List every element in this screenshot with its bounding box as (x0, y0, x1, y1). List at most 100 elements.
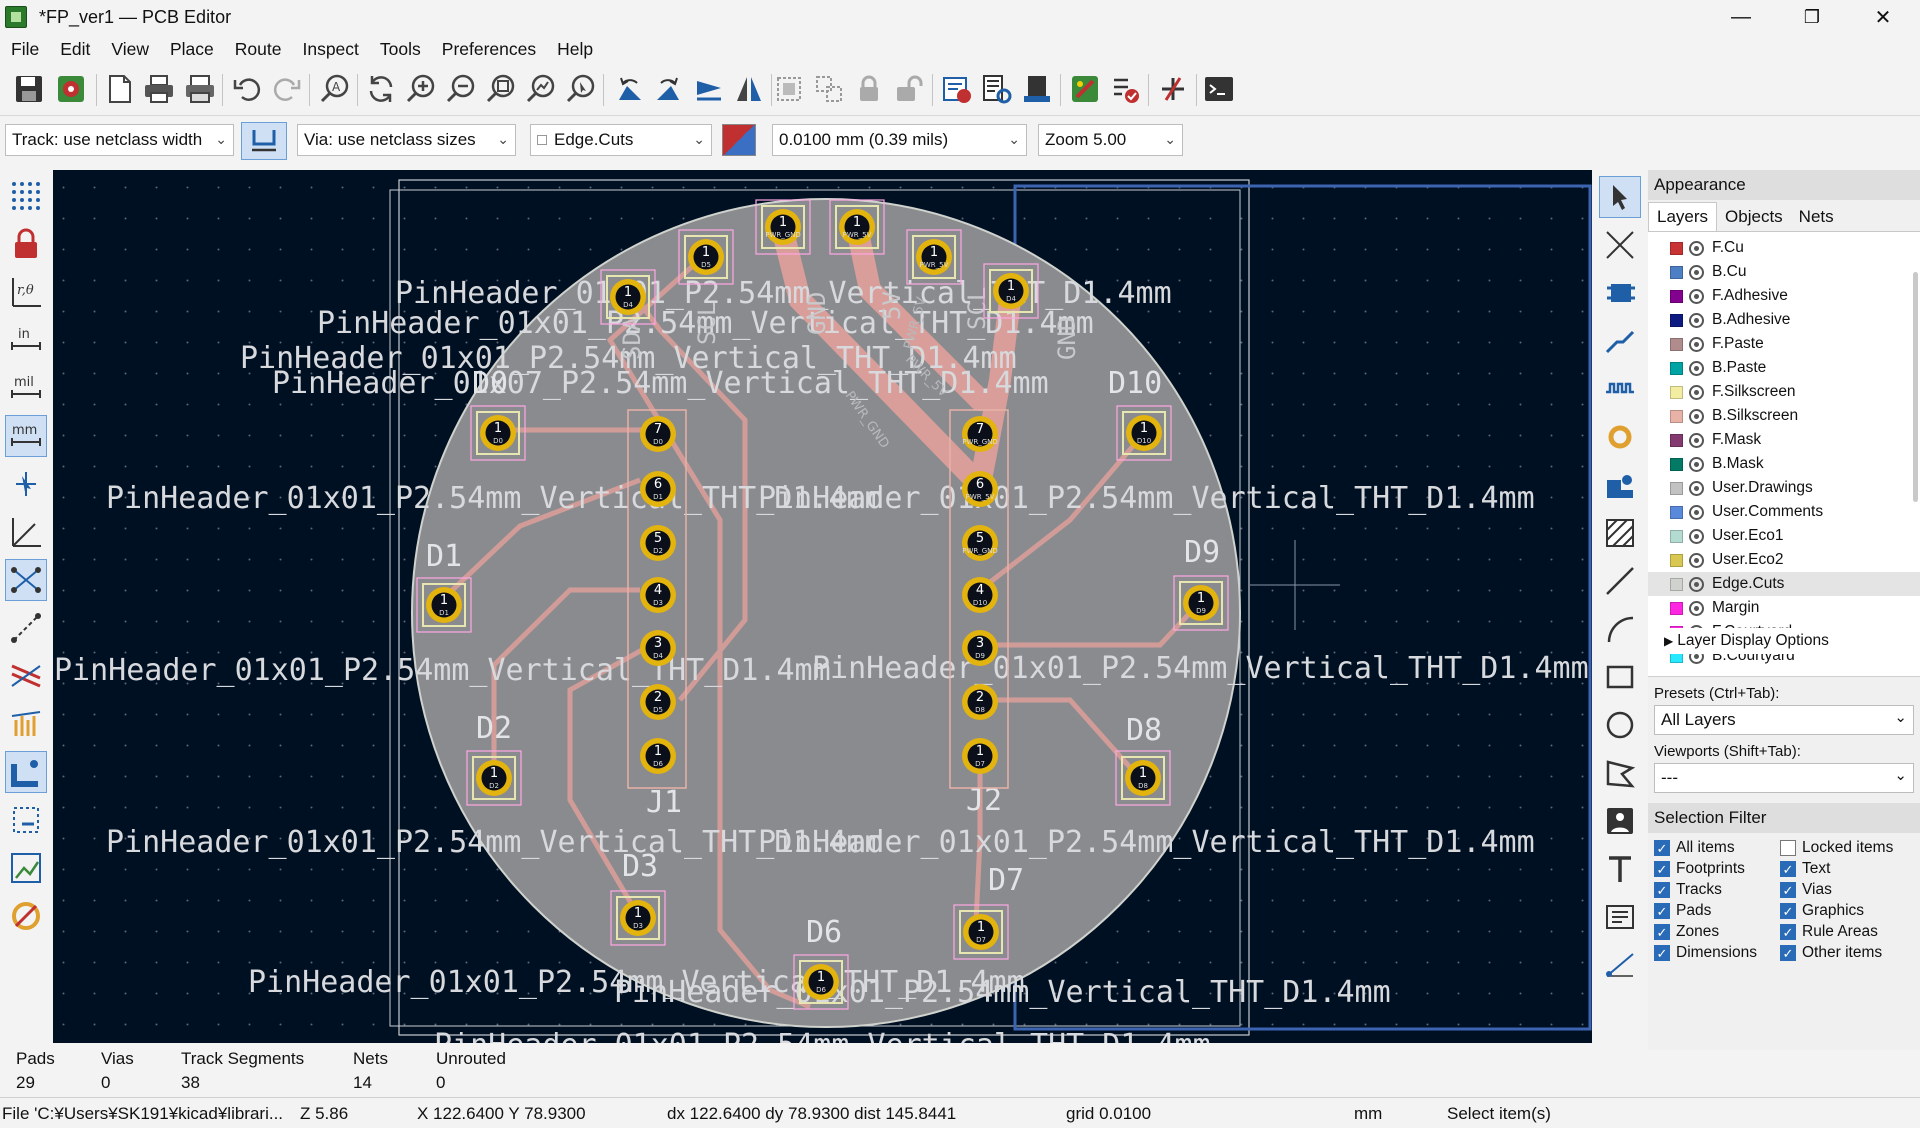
unlock-icon[interactable] (890, 70, 928, 108)
filter-checkbox[interactable]: ✓ Dimensions (1654, 944, 1780, 962)
add-image-icon[interactable] (1599, 800, 1641, 842)
header-pad[interactable]: 4D10 (962, 577, 998, 613)
layer-row[interactable]: Margin (1648, 596, 1920, 620)
drc-icon[interactable] (1106, 70, 1144, 108)
header-pad[interactable]: 5D2 (640, 525, 676, 561)
visibility-eye-icon[interactable] (1689, 336, 1704, 352)
layer-row[interactable]: User.Eco2 (1648, 548, 1920, 572)
ungroup-icon[interactable] (810, 70, 848, 108)
checkmark-icon[interactable]: ✓ (1654, 861, 1670, 877)
mm-units-icon[interactable]: mm (5, 415, 47, 457)
layer-select[interactable]: Edge.Cuts ⌄ (530, 124, 712, 156)
layer-row[interactable]: F.Cu (1648, 236, 1920, 260)
tab-objects[interactable]: Objects (1717, 203, 1791, 231)
header-pad[interactable]: 2D5 (640, 684, 676, 720)
layer-color-swatch[interactable] (1670, 385, 1683, 399)
header-pad[interactable]: 1D6 (640, 738, 676, 774)
group-icon[interactable] (770, 70, 808, 108)
layer-color-swatch[interactable] (1670, 361, 1683, 375)
menu-place[interactable]: Place (159, 39, 224, 60)
scripting-icon[interactable] (1066, 70, 1104, 108)
menu-help[interactable]: Help (546, 39, 603, 60)
header-pad[interactable]: 6PWR_5V (962, 471, 998, 507)
visibility-eye-icon[interactable] (1689, 456, 1704, 472)
layer-color-swatch[interactable] (1670, 289, 1683, 303)
viewports-select[interactable]: --- ⌄ (1654, 763, 1914, 793)
filter-checkbox[interactable]: ✓ Other items (1780, 944, 1906, 962)
board-view[interactable]: PinHeader_01x01_P2.54mm_Vertical_THT_D1.… (53, 170, 1592, 1043)
layer-color-swatch[interactable] (1670, 433, 1683, 447)
layer-color-swatch[interactable] (1670, 265, 1683, 279)
via-size-select[interactable]: Via: use netclass sizes ⌄ (297, 124, 516, 156)
track-clearance-icon[interactable] (5, 895, 47, 937)
layer-pair-button[interactable] (722, 124, 756, 156)
track-outline-icon[interactable] (5, 751, 47, 793)
rule-area-icon[interactable] (1599, 512, 1641, 554)
add-footprint-icon[interactable] (1599, 272, 1641, 314)
checkmark-icon[interactable]: ✓ (1780, 903, 1796, 919)
layer-color-swatch[interactable] (1670, 241, 1683, 255)
checkmark-icon[interactable]: ✓ (1654, 882, 1670, 898)
find-icon[interactable]: A (316, 70, 354, 108)
flip-icon[interactable] (690, 70, 728, 108)
print-icon[interactable] (140, 70, 178, 108)
layer-color-swatch[interactable] (1670, 577, 1683, 591)
plot-icon[interactable] (181, 70, 219, 108)
pcb-canvas[interactable]: PinHeader_01x01_P2.54mm_Vertical_THT_D1.… (53, 170, 1592, 1043)
visibility-eye-icon[interactable] (1689, 240, 1704, 256)
rotate-cw-icon[interactable] (650, 70, 688, 108)
add-dimension-icon[interactable] (1599, 944, 1641, 986)
filter-checkbox[interactable]: ✓ Graphics (1780, 902, 1906, 920)
layer-color-swatch[interactable] (1670, 529, 1683, 543)
header-pad[interactable]: 3D9 (962, 630, 998, 666)
visibility-eye-icon[interactable] (1689, 312, 1704, 328)
zoom-fit-icon[interactable] (482, 70, 520, 108)
checkmark-icon[interactable]: ✓ (1780, 861, 1796, 877)
draw-circle-icon[interactable] (1599, 704, 1641, 746)
layer-color-swatch[interactable] (1670, 505, 1683, 519)
visibility-eye-icon[interactable] (1689, 600, 1704, 616)
redraw-icon[interactable] (362, 70, 400, 108)
maximize-button[interactable]: ❐ (1782, 0, 1842, 34)
board-setup-icon[interactable] (52, 70, 90, 108)
layer-row[interactable]: F.Paste (1648, 332, 1920, 356)
net-highlight-icon[interactable] (5, 655, 47, 697)
layer-color-swatch[interactable] (1670, 409, 1683, 423)
page-settings-icon[interactable] (100, 70, 138, 108)
add-textbox-icon[interactable] (1599, 896, 1641, 938)
draw-arc-icon[interactable] (1599, 608, 1641, 650)
add-zone-icon[interactable] (1599, 464, 1641, 506)
mirror-icon[interactable] (730, 70, 768, 108)
zoom-out-icon[interactable] (442, 70, 480, 108)
checkmark-icon[interactable]: ✓ (1654, 945, 1670, 961)
filter-checkbox[interactable]: ✓ Pads (1654, 902, 1780, 920)
checkmark-icon[interactable]: ✓ (1654, 840, 1670, 856)
measure-angle-icon[interactable] (5, 511, 47, 553)
footprint-browser-icon[interactable] (1018, 70, 1056, 108)
footprint-editor-icon[interactable] (978, 70, 1016, 108)
layer-row[interactable]: Edge.Cuts (1648, 572, 1920, 596)
draw-polygon-icon[interactable] (1599, 752, 1641, 794)
zoom-in-icon[interactable] (402, 70, 440, 108)
ratsnest-icon[interactable] (5, 559, 47, 601)
lock-grid-icon[interactable] (5, 223, 47, 265)
rotate-ccw-icon[interactable] (610, 70, 648, 108)
track-width-select[interactable]: Track: use netclass width ⌄ (5, 124, 234, 156)
header-pad[interactable]: 6D1 (640, 471, 676, 507)
visibility-eye-icon[interactable] (1689, 432, 1704, 448)
header-pad[interactable]: 3D4 (640, 630, 676, 666)
layer-row[interactable]: B.Mask (1648, 452, 1920, 476)
grid-select[interactable]: 0.0100 mm (0.39 mils) ⌄ (772, 124, 1027, 156)
cursor-crosshair-icon[interactable] (5, 463, 47, 505)
menu-edit[interactable]: Edit (49, 39, 100, 60)
visibility-eye-icon[interactable] (1689, 288, 1704, 304)
visibility-eye-icon[interactable] (1689, 264, 1704, 280)
menu-inspect[interactable]: Inspect (291, 39, 368, 60)
save-icon[interactable] (10, 70, 48, 108)
filter-checkbox[interactable]: ✓ Footprints (1654, 860, 1780, 878)
draw-rectangle-icon[interactable] (1599, 656, 1641, 698)
curved-ratsnest-icon[interactable] (5, 607, 47, 649)
select-tool-icon[interactable] (1599, 176, 1641, 218)
layer-list-scrollbar[interactable] (1913, 272, 1918, 502)
redo-icon[interactable] (268, 70, 306, 108)
